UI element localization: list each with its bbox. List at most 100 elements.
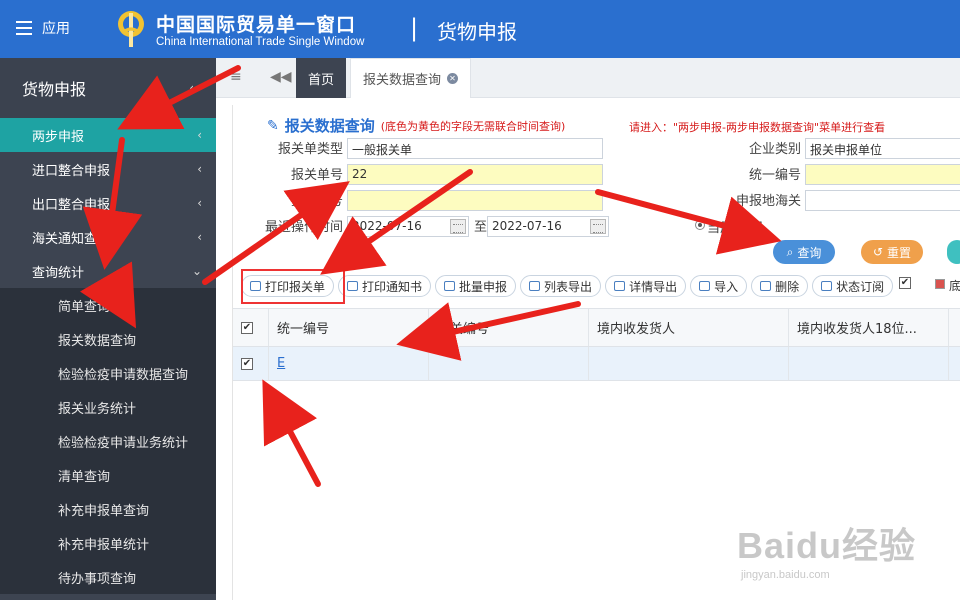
sidebar-item-two-step[interactable]: 两步申报 ‹	[0, 118, 216, 152]
date-from-input[interactable]: 2022-07-16	[347, 216, 469, 237]
unified-number-cell: E	[269, 347, 429, 380]
phone-icon	[821, 281, 833, 291]
unified-number-link[interactable]: E	[277, 356, 285, 371]
hamburger-icon	[16, 21, 32, 35]
more-button[interactable]	[947, 240, 960, 264]
close-icon[interactable]: ✕	[447, 73, 459, 84]
row-select-cell: ✔	[233, 347, 269, 380]
sidebar-subitem[interactable]: 检验检疫申请业务统计	[0, 424, 216, 458]
search-icon: ⌕	[786, 244, 794, 259]
print-notice-button[interactable]: 打印通知书	[338, 275, 432, 297]
declaration-number-input[interactable]: 22	[347, 164, 603, 185]
legend-label: 底	[949, 279, 960, 293]
sidebar-item-import[interactable]: 进口整合申报 ‹	[0, 152, 216, 186]
form-title-note: (底色为黄色的字段无需联合时间查询)	[380, 119, 566, 133]
tab-home[interactable]: 首页	[296, 58, 346, 98]
batch-declare-button[interactable]: 批量申报	[435, 275, 517, 297]
legend-color-swatch	[935, 279, 945, 289]
column-header[interactable]: 统一编号	[269, 309, 429, 346]
label-customs-office: 申报地海关	[735, 194, 801, 209]
top-header: 应用 中国国际贸易单一窗口 China International Trade …	[0, 0, 960, 58]
sidebar-subitem[interactable]: 报关数据查询	[0, 322, 216, 356]
period-radio[interactable]	[695, 220, 705, 230]
sidebar-subitem[interactable]: 报关业务统计	[0, 390, 216, 424]
baidu-watermark: Baidu经验 jingyan.baidu.com	[737, 517, 916, 581]
unified-number-input[interactable]	[805, 164, 960, 185]
select-all-checkbox[interactable]: ✔	[241, 321, 253, 334]
sidebar-subitem[interactable]: 简单查询	[0, 288, 216, 322]
tab-scroll-left-icon[interactable]: ◀◀	[270, 69, 292, 85]
calendar-icon[interactable]	[450, 219, 466, 234]
sidebar-subitem[interactable]: 清单查询	[0, 458, 216, 492]
customs-office-input[interactable]	[805, 190, 960, 211]
label-bill-number: 提运单号	[290, 194, 343, 209]
reset-button[interactable]: ↺ 重置	[861, 240, 923, 264]
column-header[interactable]: 境内收发货人18位...	[789, 309, 949, 346]
date-to-input[interactable]: 2022-07-16	[487, 216, 609, 237]
filter-checkbox[interactable]: ✔	[899, 277, 911, 289]
sidebar-item-notice[interactable]: 海关通知查询 ‹	[0, 220, 216, 254]
sidebar-item-label: 查询统计	[32, 265, 85, 281]
label-date-to: 至	[473, 220, 487, 235]
upload-icon	[614, 281, 626, 291]
menu-toggle-icon[interactable]: ≡	[230, 69, 242, 85]
toolbar-label: 状态订阅	[836, 279, 885, 294]
calendar-icon[interactable]	[590, 219, 606, 234]
chevron-left-icon: ‹	[189, 81, 194, 95]
sidebar-item-label: 出口整合申报	[32, 197, 111, 213]
sidebar-subitem[interactable]: 补充申报单统计	[0, 526, 216, 560]
label-period: 当周 本周	[707, 221, 764, 236]
toolbar-label: 列表导出	[544, 279, 593, 294]
tab-home-label: 首页	[307, 72, 334, 88]
declaration-type-select[interactable]: 一般报关单	[347, 138, 603, 159]
sidebar-subitem[interactable]: 待办事项查询	[0, 560, 216, 594]
sidebar-item-label: 海关通知查询	[32, 231, 111, 247]
file-icon	[699, 281, 711, 291]
company-type-select[interactable]: 报关申报单位	[805, 138, 960, 159]
detail-export-button[interactable]: 详情导出	[605, 275, 687, 297]
sidebar-title[interactable]: 货物申报 ‹	[0, 58, 216, 118]
search-button[interactable]: ⌕ 查询	[773, 240, 835, 264]
toolbar-label: 导入	[714, 279, 739, 294]
chevron-left-icon: ‹	[197, 162, 202, 176]
column-header[interactable]: 境内收发货人	[589, 309, 789, 346]
results-table: ✔ 统一编号 海关编号 境内收发货人 境内收发货人18位... ✔ E	[233, 308, 960, 381]
label-declaration-number: 报关单号	[290, 168, 343, 183]
status-subscribe-button[interactable]: 状态订阅	[812, 275, 894, 297]
sidebar-submenu: 简单查询 报关数据查询 检验检疫申请数据查询 报关业务统计 检验检疫申请业务统计…	[0, 288, 216, 594]
list-export-button[interactable]: 列表导出	[520, 275, 602, 297]
annotation-highlight-box	[241, 269, 345, 304]
customs-number-cell	[429, 347, 589, 380]
toolbar-label: 打印通知书	[362, 279, 423, 294]
consignee-code-cell	[789, 347, 949, 380]
toolbar-label: 删除	[775, 279, 800, 294]
customs-emblem-logo	[118, 11, 144, 47]
tab-query-label: 报关数据查询	[363, 73, 442, 88]
chevron-left-icon: ‹	[197, 230, 202, 244]
main-content: ✎ 报关数据查询 (底色为黄色的字段无需联合时间查询) 请进入："两步申报-两步…	[232, 105, 960, 600]
sidebar-subitem[interactable]: 补充申报单查询	[0, 492, 216, 526]
import-button[interactable]: 导入	[690, 275, 748, 297]
toolbar-label: 批量申报	[459, 279, 508, 294]
module-title: 货物申报	[437, 20, 517, 44]
sidebar-item-query-stats[interactable]: 查询统计 ⌄	[0, 254, 216, 288]
watermark-main: Baidu经验	[737, 525, 917, 566]
bill-number-input[interactable]	[347, 190, 603, 211]
sidebar-title-label: 货物申报	[22, 80, 87, 99]
tab-bar: ≡ ◀◀ 首页 报关数据查询 ✕	[216, 58, 960, 98]
column-header-overflow	[949, 309, 960, 346]
redirect-hint: 请进入："两步申报-两步申报数据查询"菜单进行查看	[629, 121, 886, 134]
watermark-sub: jingyan.baidu.com	[741, 569, 830, 581]
trash-icon	[760, 281, 772, 291]
table-row[interactable]: ✔ E	[233, 347, 960, 381]
column-header[interactable]: 海关编号	[429, 309, 589, 346]
delete-button[interactable]: 删除	[751, 275, 809, 297]
app-menu-button[interactable]: 应用	[16, 18, 70, 38]
sidebar-item-export[interactable]: 出口整合申报 ‹	[0, 186, 216, 220]
sidebar-subitem[interactable]: 检验检疫申请数据查询	[0, 356, 216, 390]
form-title: ✎ 报关数据查询 (底色为黄色的字段无需联合时间查询)	[267, 115, 565, 136]
upload-icon	[529, 281, 541, 291]
app-menu-label: 应用	[42, 21, 70, 37]
tab-customs-query[interactable]: 报关数据查询 ✕	[350, 58, 472, 98]
row-checkbox[interactable]: ✔	[241, 357, 253, 370]
